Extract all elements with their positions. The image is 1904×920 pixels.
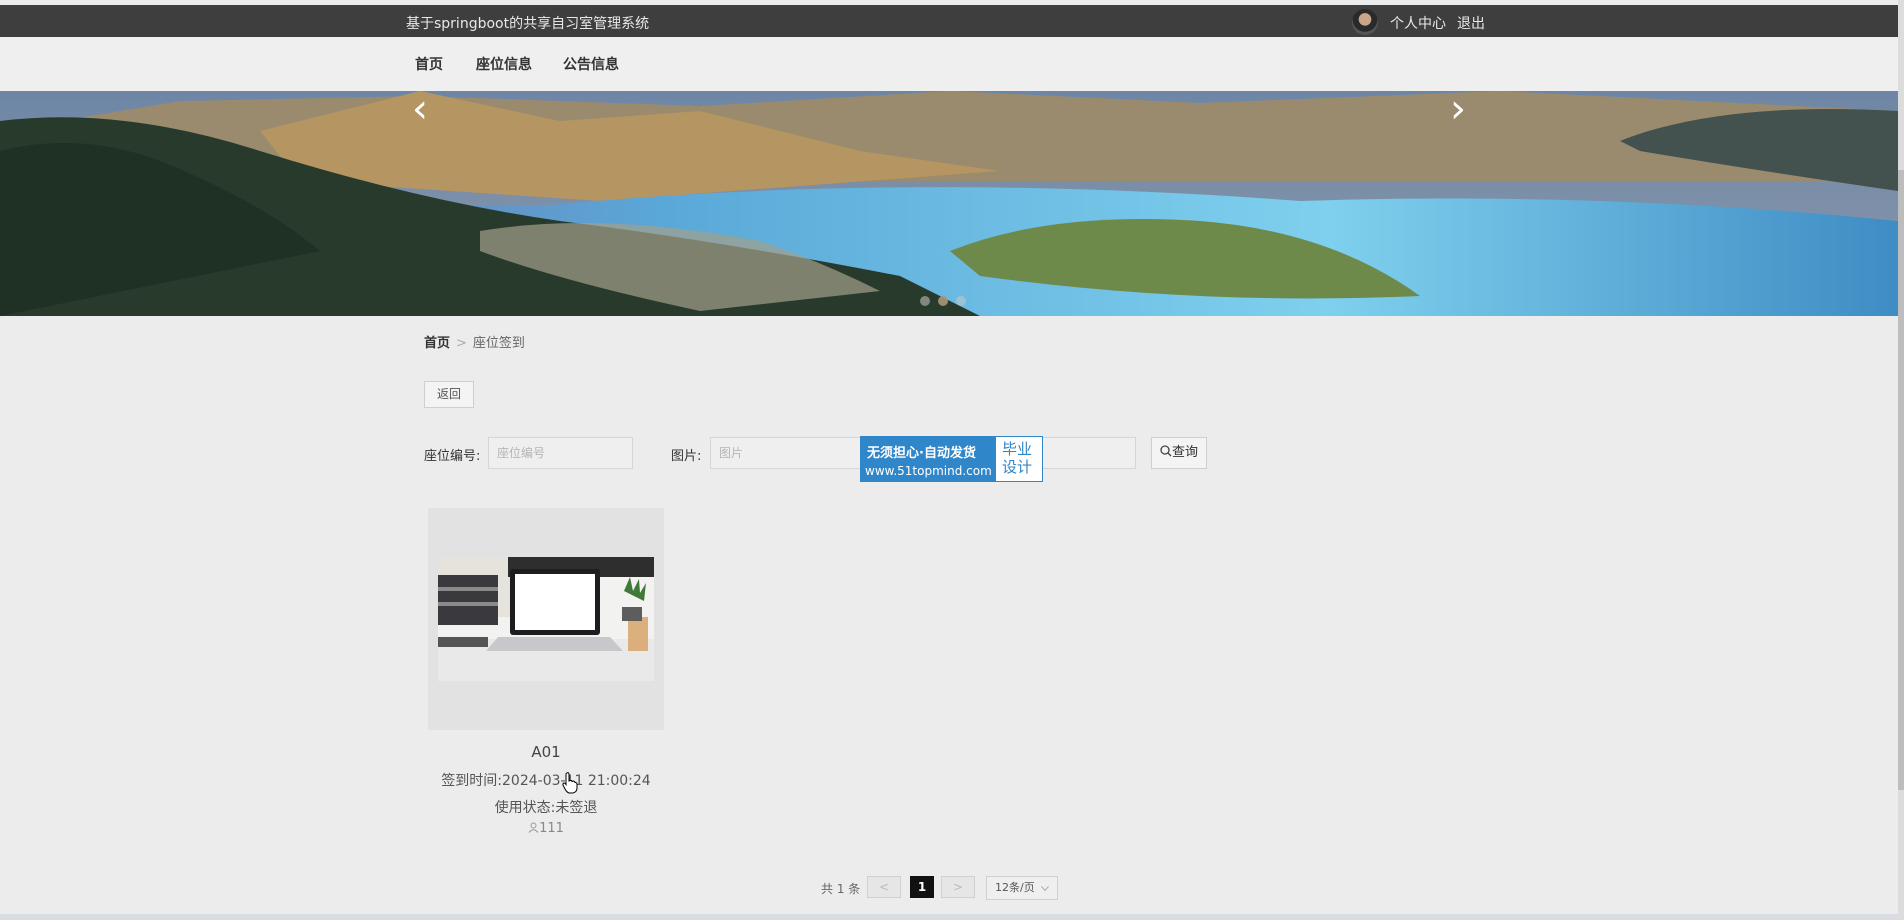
- pagination-total: 共 1 条: [821, 882, 861, 896]
- page-scrollbar[interactable]: [1898, 0, 1904, 920]
- banner-carousel[interactable]: ‹ ›: [0, 91, 1898, 316]
- query-button[interactable]: 查询: [1151, 437, 1207, 469]
- breadcrumb: 首页 > 座位签到: [424, 332, 525, 351]
- record-user: 111: [428, 821, 664, 836]
- record-user-name: 111: [539, 821, 564, 836]
- carousel-dot[interactable]: [956, 296, 966, 306]
- page-size-value: 12条/页: [995, 881, 1035, 894]
- record-card-image-frame[interactable]: [428, 508, 664, 730]
- pagination: 共 1 条 < 1 > 12条/页: [0, 876, 1898, 900]
- scrollbar-thumb[interactable]: [1898, 170, 1904, 790]
- nav-item-seat-info[interactable]: 座位信息: [476, 54, 532, 74]
- carousel-indicators: [920, 291, 974, 310]
- watermark-side-line2: 设计: [1002, 458, 1033, 476]
- top-bar: 基于springboot的共享自习室管理系统 个人中心 退出: [0, 5, 1898, 37]
- breadcrumb-separator: >: [456, 336, 467, 351]
- breadcrumb-current: 座位签到: [472, 336, 525, 351]
- site-title: 基于springboot的共享自习室管理系统: [406, 16, 650, 32]
- breadcrumb-home[interactable]: 首页: [424, 336, 450, 351]
- query-button-label: 查询: [1171, 445, 1198, 460]
- pagination-current-page[interactable]: 1: [910, 876, 934, 898]
- banner-landscape-image: [0, 91, 1898, 316]
- image-label: 图片:: [671, 449, 702, 464]
- record-seat-number[interactable]: A01: [428, 743, 664, 761]
- watermark-side-text: 毕业 设计: [1002, 440, 1040, 476]
- logout-link[interactable]: 退出: [1457, 13, 1485, 33]
- back-button[interactable]: 返回: [424, 381, 474, 408]
- seat-no-input[interactable]: [488, 437, 633, 469]
- pagination-prev-button[interactable]: <: [867, 876, 901, 898]
- user-center-link[interactable]: 个人中心: [1390, 13, 1446, 33]
- record-checkin-time: 签到时间:2024-03-11 21:00:24: [441, 773, 651, 789]
- window-bottom-edge: [0, 914, 1898, 920]
- watermark-left-panel: 无须担心·自动发货 www.51topmind.com: [861, 437, 996, 481]
- banner-next-arrow-icon[interactable]: ›: [1450, 91, 1466, 129]
- seat-no-label: 座位编号:: [424, 449, 481, 464]
- main-nav: 首页 座位信息 公告信息: [0, 37, 1898, 91]
- pagination-next-button[interactable]: >: [941, 876, 975, 898]
- nav-item-announcements[interactable]: 公告信息: [563, 54, 619, 74]
- user-avatar[interactable]: [1352, 9, 1378, 35]
- carousel-dot[interactable]: [920, 296, 930, 306]
- watermark-side-line1: 毕业: [1002, 440, 1033, 458]
- search-icon: [1160, 445, 1172, 457]
- watermark-url: www.51topmind.com: [865, 464, 992, 478]
- carousel-dot-active[interactable]: [938, 296, 948, 306]
- chevron-down-icon: [1041, 886, 1049, 892]
- hand-cursor-icon: [562, 772, 578, 794]
- laptop-desk-photo: [438, 557, 654, 681]
- page-size-select[interactable]: 12条/页: [986, 876, 1058, 900]
- nav-item-home[interactable]: 首页: [415, 54, 443, 74]
- watermark-slogan: 无须担心·自动发货: [867, 446, 976, 461]
- record-usage-status: 使用状态:未签退: [494, 800, 598, 816]
- watermark-badge: 无须担心·自动发货 www.51topmind.com 毕业 设计: [860, 436, 1043, 482]
- banner-prev-arrow-icon[interactable]: ‹: [412, 91, 428, 129]
- user-icon: [528, 822, 539, 833]
